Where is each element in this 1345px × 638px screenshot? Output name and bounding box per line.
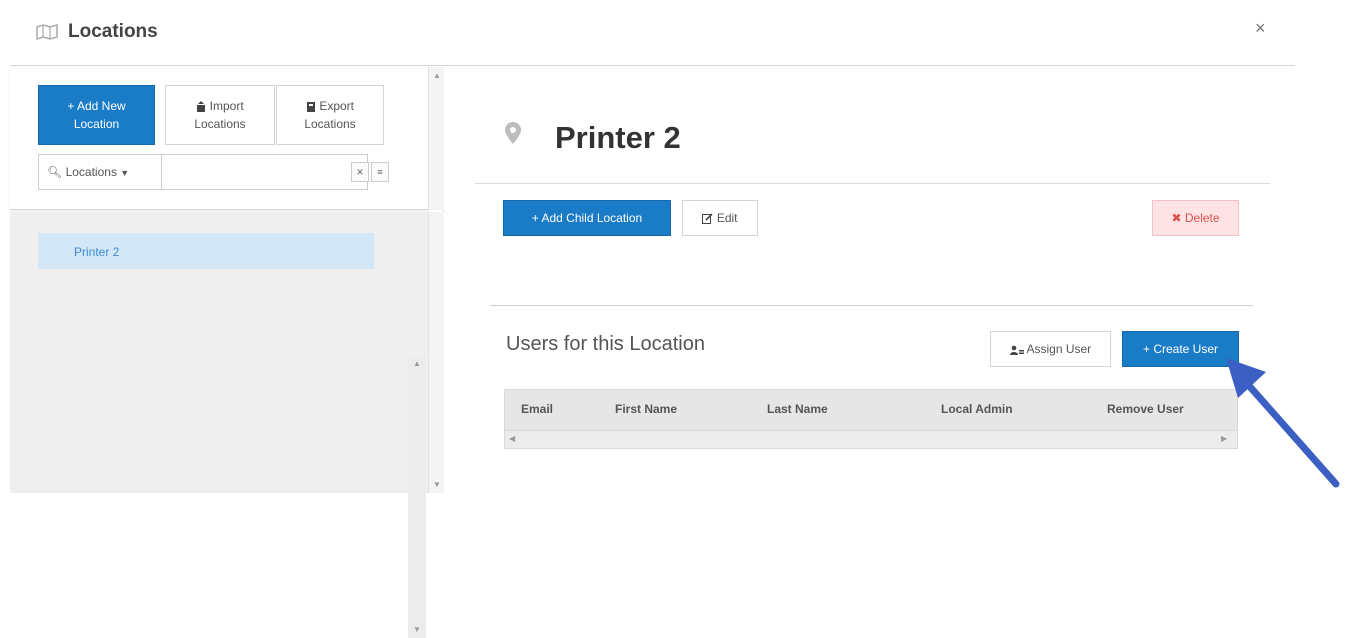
locations-sidebar: + Add New Location Import Locations Expo… xyxy=(10,67,444,638)
assign-user-button[interactable]: Assign User xyxy=(990,331,1111,367)
divider xyxy=(475,183,1270,184)
column-header-remove-user[interactable]: Remove User xyxy=(1107,402,1184,416)
sidebar-scrollbar[interactable]: ▼ xyxy=(428,212,444,493)
close-icon[interactable]: × xyxy=(1255,18,1266,39)
tree-scroll-up-icon[interactable]: ▲ xyxy=(413,359,421,368)
add-new-location-label-line1: + Add New xyxy=(67,99,126,113)
column-header-local-admin[interactable]: Local Admin xyxy=(941,402,1013,416)
modal-title: Locations xyxy=(68,21,158,42)
delete-label: Delete xyxy=(1184,211,1220,225)
search-row: 🔍︎ Locations ▼ ✕ ≡ xyxy=(38,154,402,190)
assign-user-label: Assign User xyxy=(1026,342,1092,356)
divider xyxy=(490,305,1253,306)
toolbar-scrollbar[interactable]: ▲ xyxy=(428,67,444,210)
upload-icon xyxy=(197,101,206,113)
users-section-title: Users for this Location xyxy=(506,333,705,355)
export-label-line2: Locations xyxy=(304,117,356,131)
caret-down-icon: ▼ xyxy=(120,168,130,178)
location-tree: Printer 2 ▲ ▼ xyxy=(10,212,428,638)
import-label-line1: Import xyxy=(209,99,244,113)
tree-scrollbar[interactable]: ▲ ▼ xyxy=(408,357,426,638)
search-dropdown-label: Locations xyxy=(65,165,117,179)
sidebar-scroll-down-icon[interactable]: ▼ xyxy=(433,480,441,489)
delete-x-icon: ✖ xyxy=(1171,211,1182,225)
export-label-line1: Export xyxy=(319,99,355,113)
location-title: Printer 2 xyxy=(555,120,681,155)
column-header-email[interactable]: Email xyxy=(521,402,553,416)
tree-scroll-down-icon[interactable]: ▼ xyxy=(413,625,421,634)
column-header-last-name[interactable]: Last Name xyxy=(767,402,828,416)
add-new-location-button[interactable]: + Add New Location xyxy=(38,85,155,145)
scroll-left-icon[interactable]: ◀ xyxy=(509,434,515,443)
search-icon: 🔍︎ xyxy=(47,165,63,179)
add-child-location-button[interactable]: + Add Child Location xyxy=(503,200,671,236)
import-label-line2: Locations xyxy=(194,117,246,131)
edit-button[interactable]: Edit xyxy=(682,200,758,236)
users-icon xyxy=(1009,345,1024,355)
annotation-arrow-icon xyxy=(1226,358,1340,488)
scroll-up-icon[interactable]: ▲ xyxy=(433,71,441,80)
modal-header: Locations × xyxy=(10,0,1295,66)
filter-icon[interactable]: ✕ xyxy=(351,162,369,182)
sidebar-toolbar: + Add New Location Import Locations Expo… xyxy=(10,67,428,210)
map-icon xyxy=(36,24,58,40)
delete-button[interactable]: ✖ Delete xyxy=(1152,200,1239,236)
import-locations-button[interactable]: Import Locations xyxy=(165,85,275,145)
search-input[interactable] xyxy=(161,154,368,190)
add-new-location-label-line2: Location xyxy=(73,117,120,131)
search-field-dropdown[interactable]: 🔍︎ Locations ▼ xyxy=(38,154,162,190)
table-horizontal-scrollbar[interactable]: ◀ ▶ xyxy=(505,430,1237,448)
edit-icon xyxy=(702,213,714,225)
map-marker-icon xyxy=(505,122,521,144)
list-view-icon[interactable]: ≡ xyxy=(371,162,389,182)
file-export-icon xyxy=(306,102,315,113)
edit-label: Edit xyxy=(716,211,738,225)
column-header-first-name[interactable]: First Name xyxy=(615,402,677,416)
export-locations-button[interactable]: Export Locations xyxy=(276,85,384,145)
tree-item-printer-2[interactable]: Printer 2 xyxy=(38,233,374,269)
users-table: Email First Name Last Name Local Admin R… xyxy=(504,389,1238,449)
